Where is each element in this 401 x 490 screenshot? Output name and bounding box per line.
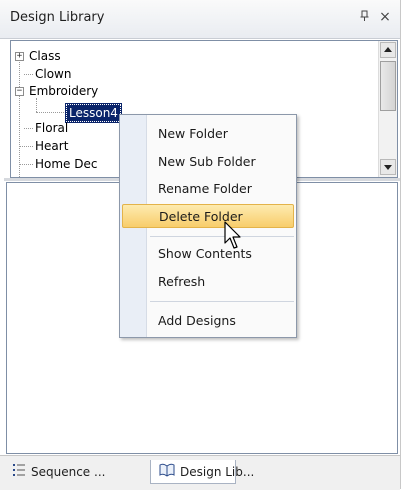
menu-item-rename-folder[interactable]: Rename Folder <box>148 177 294 201</box>
tree-node-embroidery[interactable]: Embroidery <box>29 83 98 99</box>
scroll-up-button[interactable] <box>380 42 396 58</box>
tree-connector <box>36 112 64 113</box>
menu-item-new-sub-folder[interactable]: New Sub Folder <box>148 150 294 174</box>
book-icon <box>159 461 175 485</box>
menu-item-new-folder[interactable]: New Folder <box>148 122 294 146</box>
collapse-minus-icon[interactable]: − <box>15 87 24 96</box>
sequence-icon <box>12 461 26 485</box>
menu-separator <box>150 236 294 237</box>
tab-sequence[interactable]: Sequence ... <box>8 460 148 484</box>
expand-plus-icon[interactable]: + <box>15 52 24 61</box>
tree-node-lesson4[interactable]: Lesson4 <box>65 103 122 123</box>
pin-glyph <box>360 10 369 21</box>
menu-item-add-designs[interactable]: Add Designs <box>148 309 294 333</box>
tree-connector <box>36 98 37 112</box>
menu-item-refresh[interactable]: Refresh <box>148 270 294 294</box>
arrow-up-icon <box>384 47 392 52</box>
arrow-down-icon <box>384 165 392 170</box>
menu-item-delete-folder[interactable]: Delete Folder <box>122 204 294 228</box>
scroll-down-button[interactable] <box>380 159 396 175</box>
tree-node-class[interactable]: Class <box>29 48 61 64</box>
tab-design-library[interactable]: Design Lib... <box>150 460 254 485</box>
scroll-thumb[interactable] <box>380 61 396 111</box>
tree-node-home-dec[interactable]: Home Dec <box>35 156 97 172</box>
tree-connector <box>19 164 33 165</box>
menu-separator <box>150 301 294 302</box>
tree-connector <box>24 128 33 129</box>
design-library-panel: Design Library × + Class Clown − Embroid… <box>0 0 401 490</box>
menu-item-show-contents[interactable]: Show Contents <box>148 242 294 266</box>
mouse-pointer-icon <box>224 221 241 249</box>
tree-connector <box>24 74 33 75</box>
close-icon[interactable]: × <box>378 9 392 25</box>
tree-node-floral[interactable]: Floral <box>35 120 68 136</box>
bottom-tab-bar: Sequence ... Design Lib... <box>0 455 400 490</box>
tree-connector <box>19 55 20 177</box>
panel-title: Design Library <box>10 10 105 25</box>
tree-node-clown[interactable]: Clown <box>35 66 71 82</box>
tree-node-heart[interactable]: Heart <box>35 138 68 154</box>
tab-design-library-label: Design Lib... <box>180 465 255 479</box>
tree-scrollbar[interactable] <box>378 41 397 177</box>
folder-context-menu: New Folder New Sub Folder Rename Folder … <box>119 114 297 338</box>
tree-connector <box>19 146 33 147</box>
tab-sequence-label: Sequence ... <box>31 465 106 479</box>
panel-title-bar: Design Library × <box>0 0 400 39</box>
pin-icon[interactable] <box>358 10 372 26</box>
